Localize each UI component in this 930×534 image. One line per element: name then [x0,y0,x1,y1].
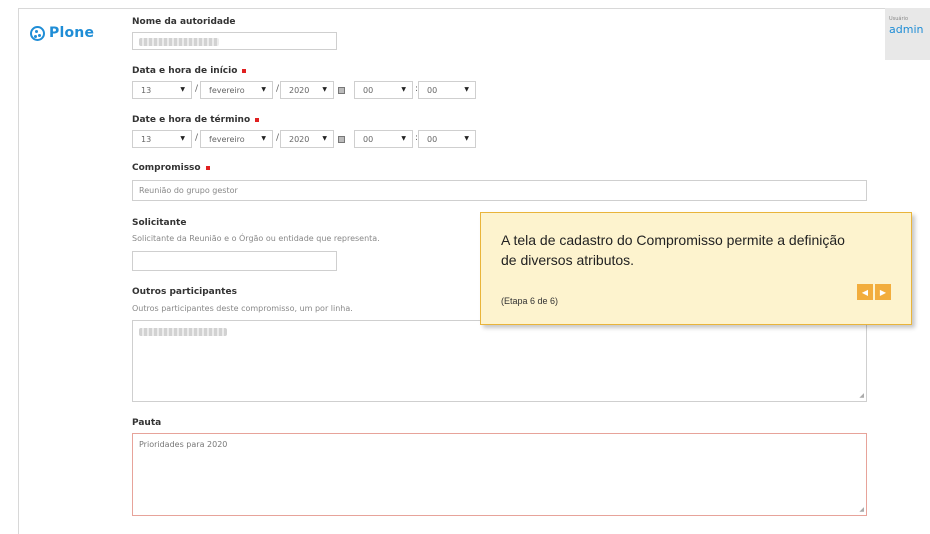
solicitante-help: Solicitante da Reunião e o Órgão ou enti… [132,234,380,243]
tour-prev-button[interactable]: ◀ [857,284,873,300]
dropdown-arrow-icon: ▼ [401,135,406,142]
dropdown-arrow-icon: ▼ [180,86,185,93]
required-marker [255,117,260,122]
dropdown-arrow-icon: ▼ [401,86,406,93]
participantes-label: Outros participantes [132,287,237,297]
required-marker [205,165,210,170]
solicitante-input[interactable] [132,251,337,271]
nome-input[interactable] [132,32,337,50]
termino-label: Date e hora de término [132,115,260,125]
inicio-day-select[interactable]: 13 ▼ [132,81,192,99]
date-separator: / [276,133,280,143]
compromisso-input[interactable]: Reunião do grupo gestor [132,180,867,201]
termino-year-select[interactable]: 2020 ▼ [280,130,334,148]
tour-next-button[interactable]: ▶ [875,284,891,300]
tour-step-counter: (Etapa 6 de 6) [501,296,559,306]
pauta-label: Pauta [132,418,162,428]
pauta-textarea[interactable]: Prioridades para 2020 ◢ [132,433,867,516]
resize-grip-icon[interactable]: ◢ [859,392,864,399]
termino-day-select[interactable]: 13 ▼ [132,130,192,148]
dropdown-arrow-icon: ▼ [261,135,266,142]
dropdown-arrow-icon: ▼ [261,86,266,93]
required-marker [242,68,247,73]
dropdown-arrow-icon: ▼ [464,135,469,142]
inicio-label: Data e hora de início [132,66,247,76]
date-separator: / [195,133,199,143]
dropdown-arrow-icon: ▼ [322,86,327,93]
tour-tooltip: A tela de cadastro do Compromisso permit… [480,212,912,325]
resize-grip-icon[interactable]: ◢ [859,506,864,513]
date-separator: / [276,84,280,94]
termino-hour-select[interactable]: 00 ▼ [354,130,413,148]
tour-navigation: ◀ ▶ [857,284,891,300]
inicio-month-select[interactable]: fevereiro ▼ [200,81,273,99]
user-label: Usuário [889,16,909,22]
tour-message: A tela de cadastro do Compromisso permit… [501,232,845,268]
inicio-year-select[interactable]: 2020 ▼ [280,81,334,99]
calendar-icon[interactable] [338,136,345,143]
termino-minute-select[interactable]: 00 ▼ [418,130,476,148]
inicio-minute-select[interactable]: 00 ▼ [418,81,476,99]
dropdown-arrow-icon: ▼ [464,86,469,93]
user-panel[interactable]: Usuário admin [885,8,930,60]
plone-logo[interactable]: Plone [30,25,94,41]
user-name[interactable]: admin [889,23,930,36]
solicitante-label: Solicitante [132,218,187,228]
dropdown-arrow-icon: ▼ [322,135,327,142]
date-separator: / [195,84,199,94]
participantes-textarea[interactable]: ◢ [132,320,867,402]
redacted-value [139,328,227,336]
dropdown-arrow-icon: ▼ [180,135,185,142]
nome-label: Nome da autoridade [132,17,236,27]
termino-month-select[interactable]: fevereiro ▼ [200,130,273,148]
brand-name: Plone [49,25,95,41]
participantes-help: Outros participantes deste compromisso, … [132,304,353,313]
calendar-icon[interactable] [338,87,345,94]
compromisso-label: Compromisso [132,163,210,173]
plone-logo-icon [30,25,45,41]
redacted-value [139,38,219,46]
inicio-hour-select[interactable]: 00 ▼ [354,81,413,99]
